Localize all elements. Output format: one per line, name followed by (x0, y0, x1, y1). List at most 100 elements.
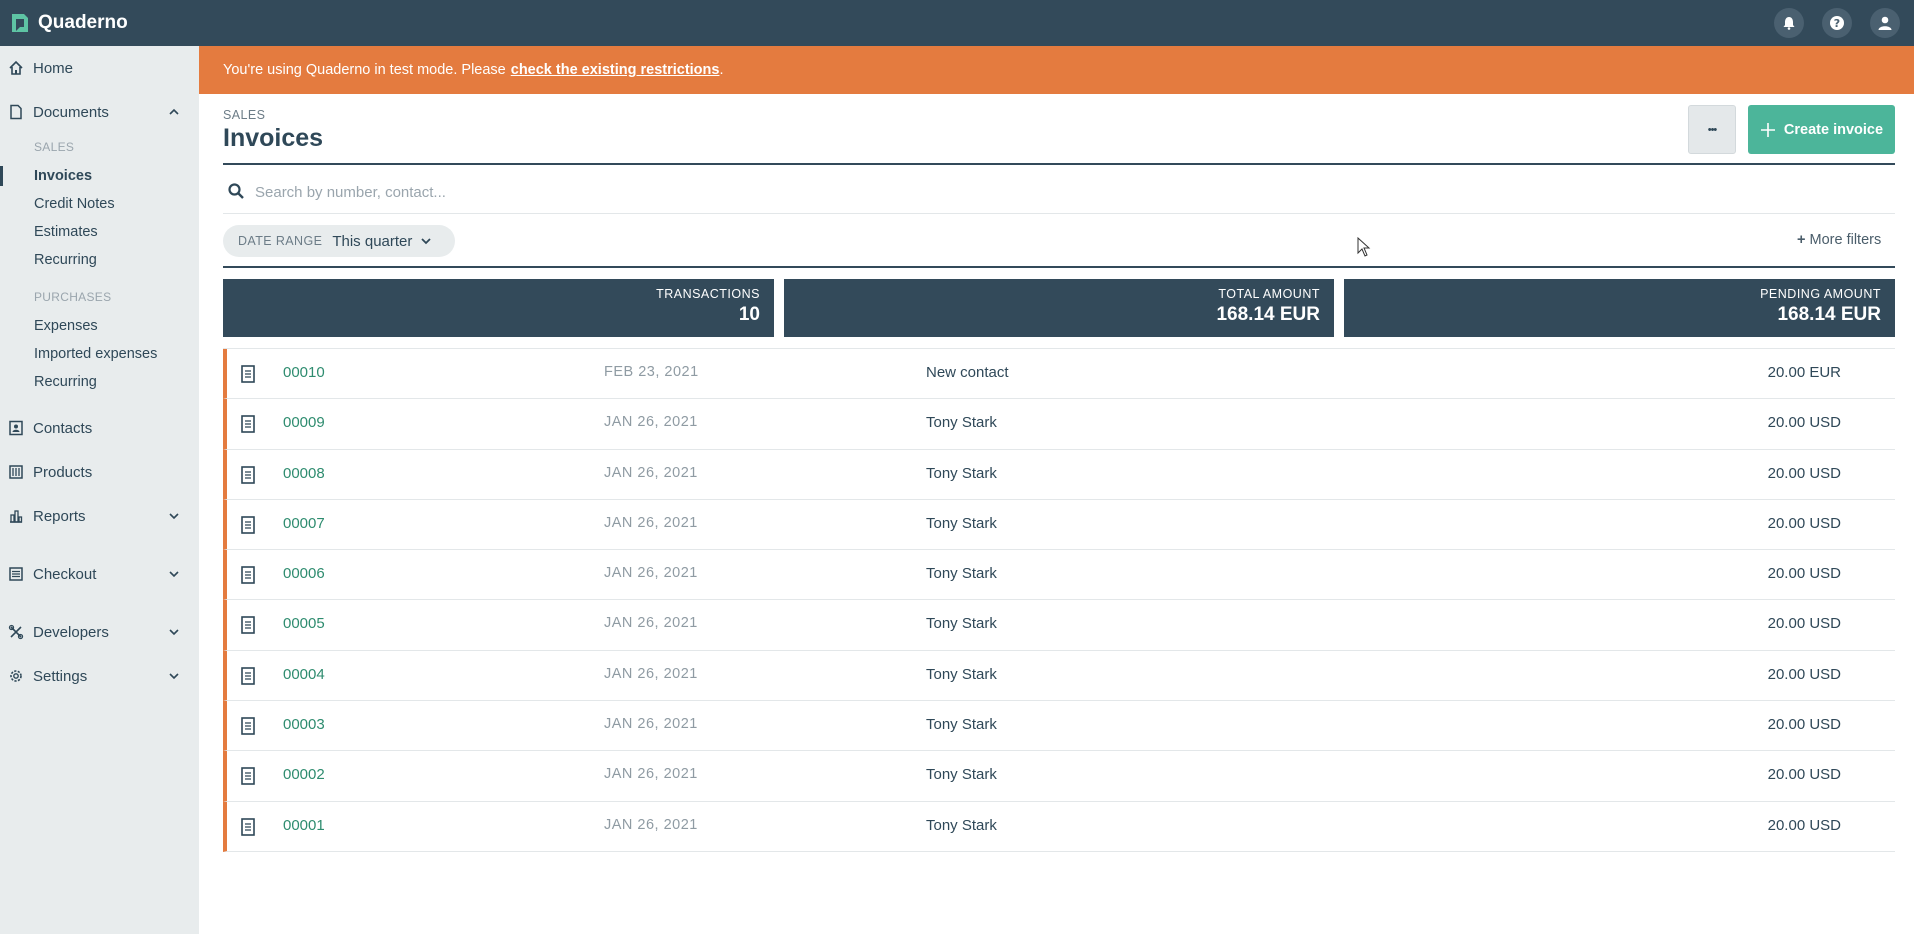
plus-icon: + (1797, 232, 1806, 248)
search-input[interactable] (255, 178, 1855, 206)
table-row[interactable]: 00003 JAN 26, 2021 Tony Stark 20.00 USD (223, 701, 1895, 752)
help-button[interactable]: ? (1822, 8, 1852, 38)
chevron-down-icon (169, 673, 179, 680)
invoice-amount: 20.00 USD (1767, 414, 1841, 432)
app-logo[interactable]: Quaderno (10, 12, 128, 34)
stat-total-amount: TOTAL AMOUNT 168.14 EUR (784, 279, 1334, 337)
invoice-date: FEB 23, 2021 (604, 364, 699, 380)
page-title: Invoices (223, 124, 324, 152)
active-indicator (0, 166, 3, 186)
restrictions-link[interactable]: check the existing restrictions (511, 62, 720, 78)
invoice-document-icon (241, 516, 255, 534)
sidebar-item-label: Home (33, 59, 74, 77)
invoice-amount: 20.00 USD (1767, 615, 1841, 633)
sidebar-item-reports[interactable]: Reports (0, 501, 199, 531)
more-actions-label: ••• (1707, 123, 1718, 136)
purchases-section-label: PURCHASES (34, 290, 112, 304)
invoice-amount: 20.00 USD (1767, 565, 1841, 583)
chevron-up-icon (169, 108, 179, 115)
invoice-date: JAN 26, 2021 (604, 464, 698, 481)
sidebar-item-products[interactable]: Products (0, 457, 199, 487)
invoice-number-link[interactable]: 00006 (283, 565, 325, 582)
more-filters-label: More filters (1809, 232, 1882, 248)
plus-icon (1760, 122, 1775, 137)
invoice-number-link[interactable]: 00001 (283, 817, 325, 834)
table-row[interactable]: 00002 JAN 26, 2021 Tony Stark 20.00 USD (223, 751, 1895, 802)
sidebar-item-settings[interactable]: Settings (0, 661, 199, 691)
notifications-button[interactable] (1774, 8, 1804, 38)
invoice-contact: Tony Stark (926, 514, 997, 532)
invoice-date: JAN 26, 2021 (604, 716, 698, 733)
bell-icon (1783, 17, 1795, 30)
invoice-contact: Tony Stark (926, 716, 997, 734)
checkout-icon (9, 567, 23, 581)
invoice-date: JAN 26, 2021 (604, 414, 698, 431)
sidebar-item-imported-expenses[interactable]: Imported expenses (34, 346, 157, 362)
sidebar-item-checkout[interactable]: Checkout (0, 559, 199, 589)
sidebar-item-developers[interactable]: Developers (0, 617, 199, 647)
sidebar-item-label: Products (33, 463, 93, 481)
stat-label: TOTAL AMOUNT (1218, 287, 1320, 301)
table-row[interactable]: 00001 JAN 26, 2021 Tony Stark 20.00 USD (223, 801, 1895, 852)
invoice-document-icon (241, 415, 255, 434)
sidebar-item-credit-notes[interactable]: Credit Notes (34, 196, 115, 212)
chevron-down-icon (169, 571, 179, 578)
invoice-date: JAN 26, 2021 (604, 615, 698, 632)
invoice-document-icon (241, 616, 255, 635)
sidebar-item-documents[interactable]: Documents (0, 97, 199, 127)
table-row[interactable]: 00010 FEB 23, 2021 New contact 20.00 EUR (223, 349, 1895, 400)
table-row[interactable]: 00005 JAN 26, 2021 Tony Stark 20.00 USD (223, 600, 1895, 651)
banner-text-end: . (719, 62, 724, 78)
create-invoice-label: Create invoice (1783, 121, 1884, 138)
sidebar-item-expenses[interactable]: Expenses (34, 318, 98, 334)
invoice-number-link[interactable]: 00009 (283, 414, 325, 431)
invoice-document-icon (241, 767, 255, 786)
invoice-number-link[interactable]: 00010 (283, 364, 325, 381)
sidebar-item-label: Reports (33, 507, 86, 525)
user-menu-button[interactable] (1870, 8, 1900, 38)
invoice-document-icon (241, 566, 255, 584)
reports-icon (10, 510, 23, 523)
sidebar-item-contacts[interactable]: Contacts (0, 413, 199, 443)
more-filters-button[interactable]: + More filters (1797, 232, 1881, 248)
app-name: Quaderno (38, 12, 128, 33)
invoice-document-icon (241, 717, 255, 735)
table-row[interactable]: 00006 JAN 26, 2021 Tony Stark 20.00 USD (223, 550, 1895, 601)
table-row[interactable]: 00007 JAN 26, 2021 Tony Stark 20.00 USD (223, 499, 1895, 551)
chevron-down-icon (169, 629, 179, 636)
invoice-amount: 20.00 USD (1767, 766, 1841, 784)
invoice-number-link[interactable]: 00003 (283, 716, 325, 733)
chevron-down-icon (169, 513, 179, 520)
sidebar-item-estimates[interactable]: Estimates (34, 224, 98, 240)
user-icon (1878, 16, 1892, 30)
create-invoice-button[interactable]: Create invoice (1748, 105, 1895, 154)
stat-value: 168.14 EUR (1777, 304, 1881, 325)
sidebar-item-home[interactable]: Home (0, 53, 199, 83)
date-range-value: This quarter (332, 232, 413, 250)
banner-text: You're using Quaderno in test mode. Plea… (223, 62, 506, 78)
more-actions-button[interactable]: ••• (1688, 105, 1736, 154)
gear-icon (10, 670, 22, 682)
invoice-amount: 20.00 USD (1767, 816, 1841, 834)
invoice-number-link[interactable]: 00004 (283, 666, 325, 683)
invoice-number-link[interactable]: 00008 (283, 465, 325, 482)
invoice-number-link[interactable]: 00007 (283, 515, 325, 532)
date-range-label: DATE RANGE (238, 234, 323, 248)
document-icon (10, 104, 22, 120)
invoice-contact: Tony Stark (926, 816, 997, 834)
invoice-amount: 20.00 USD (1767, 716, 1841, 734)
sidebar-item-invoices[interactable]: Invoices (34, 168, 92, 184)
invoice-contact: Tony Stark (926, 766, 997, 784)
invoice-amount: 20.00 EUR (1767, 364, 1841, 381)
table-row[interactable]: 00004 JAN 26, 2021 Tony Stark 20.00 USD (223, 650, 1895, 702)
sidebar-item-recurring-sales[interactable]: Recurring (34, 252, 97, 268)
sidebar-item-label: Contacts (33, 419, 93, 437)
invoice-number-link[interactable]: 00005 (283, 615, 325, 632)
table-row[interactable]: 00009 JAN 26, 2021 Tony Stark 20.00 USD (223, 399, 1895, 450)
date-range-filter[interactable]: DATE RANGE This quarter (223, 225, 455, 257)
sidebar-item-recurring-purchases[interactable]: Recurring (34, 374, 97, 390)
sidebar-item-label: Developers (33, 623, 109, 641)
invoice-date: JAN 26, 2021 (604, 565, 698, 582)
invoice-number-link[interactable]: 00002 (283, 766, 325, 783)
table-row[interactable]: 00008 JAN 26, 2021 Tony Stark 20.00 USD (223, 449, 1895, 500)
